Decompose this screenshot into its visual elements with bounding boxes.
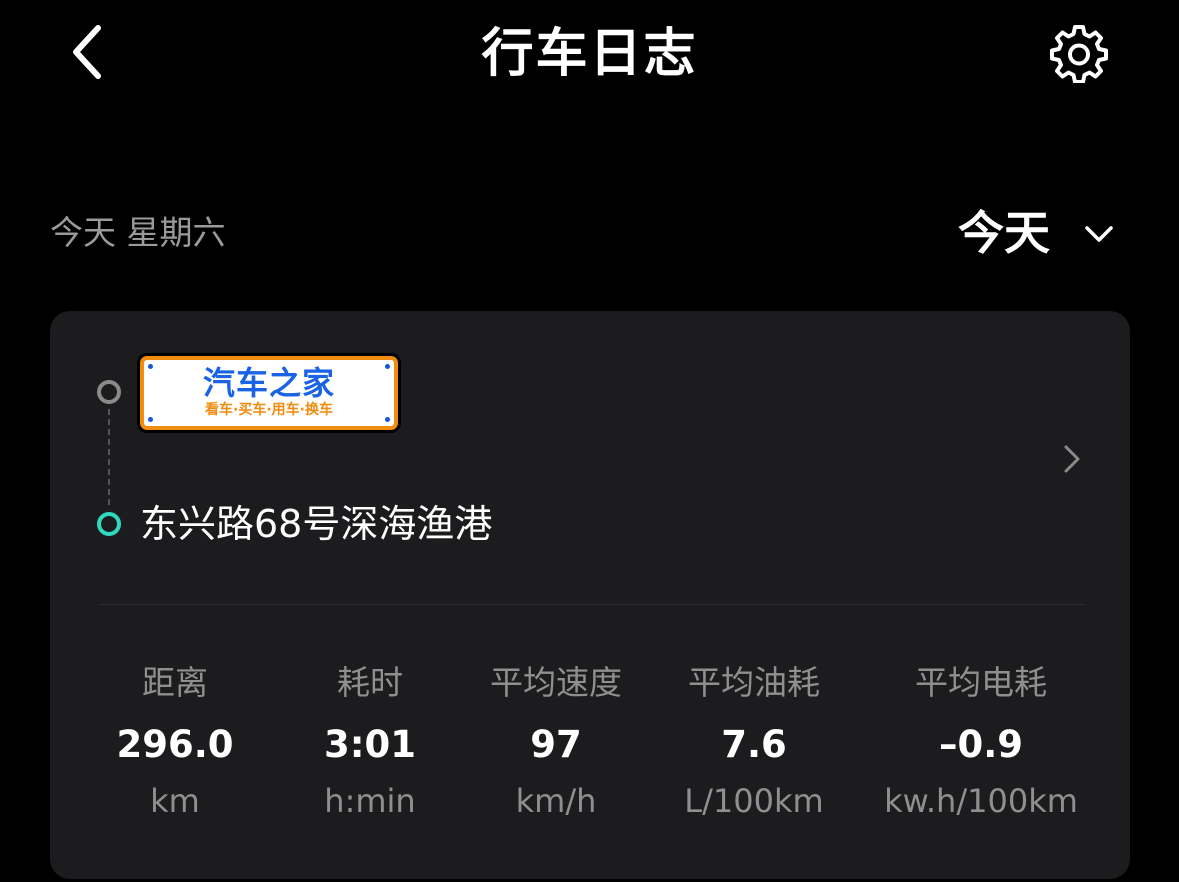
- chevron-right-icon: [1060, 441, 1084, 481]
- end-point-marker: [97, 512, 121, 536]
- stat-value: 7.6: [721, 723, 787, 766]
- date-weekday-label: 今天 星期六: [50, 213, 226, 252]
- trip-card: 汽车之家 看车·买车·用车·换车 东兴路68号深海渔港 距离 296.0 km …: [50, 311, 1130, 879]
- gear-icon: [1049, 23, 1109, 87]
- stat-unit: km: [150, 782, 200, 820]
- stat-label: 耗时: [337, 663, 403, 702]
- logo-slogan-text: 看车·买车·用车·换车: [205, 402, 333, 418]
- stat-average-speed: 平均速度 97 km/h: [470, 661, 642, 823]
- start-location-logo: 汽车之家 看车·买车·用车·换车: [137, 353, 401, 433]
- date-range-value: 今天: [958, 206, 1050, 260]
- stat-average-fuel-consumption: 平均油耗 7.6 L/100km: [668, 661, 840, 823]
- stat-duration: 耗时 3:01 h:min: [300, 661, 440, 823]
- stat-unit: h:min: [324, 782, 416, 820]
- trip-route[interactable]: 汽车之家 看车·买车·用车·换车 东兴路68号深海渔港: [50, 311, 1130, 601]
- stat-unit: kw.h/100km: [884, 782, 1078, 820]
- logo-main-text: 汽车之家: [202, 364, 335, 402]
- stat-value: –0.9: [938, 723, 1024, 766]
- settings-button[interactable]: [1044, 20, 1114, 90]
- card-divider: [98, 604, 1084, 605]
- start-point-marker: [97, 380, 121, 404]
- stat-label: 平均油耗: [688, 663, 820, 702]
- stat-average-power-consumption: 平均电耗 –0.9 kw.h/100km: [870, 661, 1092, 823]
- stat-value: 3:01: [323, 723, 417, 766]
- stat-label: 平均电耗: [915, 663, 1047, 702]
- date-range-dropdown[interactable]: 今天: [950, 200, 1130, 266]
- route-dashed-line: [108, 409, 110, 505]
- stat-value: 97: [530, 723, 582, 766]
- autohome-logo: 汽车之家 看车·买车·用车·换车: [140, 356, 398, 430]
- stat-unit: L/100km: [684, 782, 824, 820]
- destination-address: 东兴路68号深海渔港: [140, 502, 493, 546]
- stat-label: 距离: [142, 663, 208, 702]
- page-title: 行车日志: [481, 24, 698, 84]
- stat-value: 296.0: [116, 723, 234, 766]
- stat-distance: 距离 296.0 km: [105, 661, 245, 823]
- chevron-down-icon: [1084, 224, 1114, 248]
- top-navigation-bar: 行车日志: [0, 0, 1179, 110]
- stat-label: 平均速度: [490, 663, 622, 702]
- stat-unit: km/h: [515, 782, 597, 820]
